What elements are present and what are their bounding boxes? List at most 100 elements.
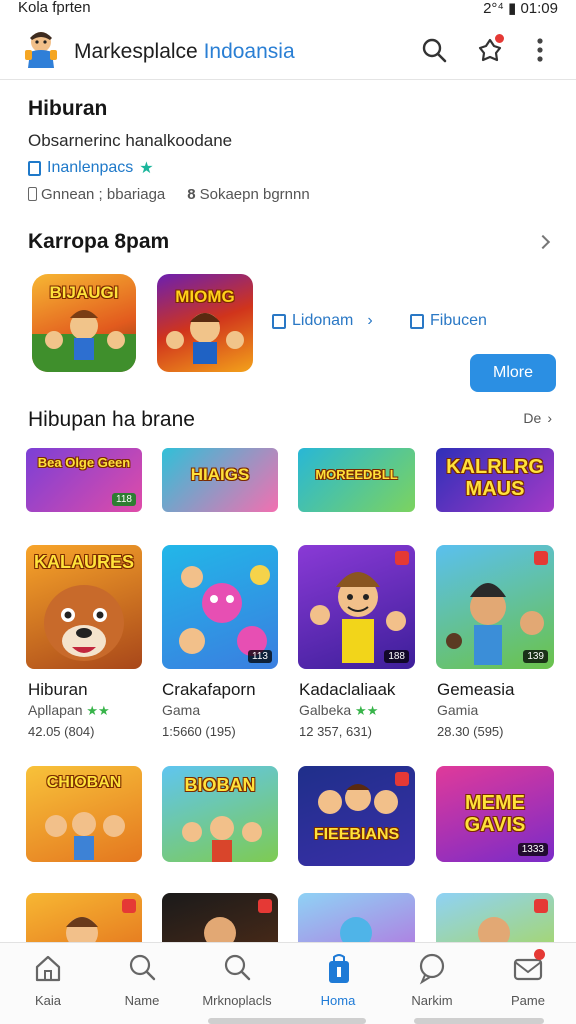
featured-tile-2[interactable]: MIOMG <box>157 274 253 372</box>
more-button[interactable]: Mlore <box>470 354 556 392</box>
game-card-3-category-text: Galbeka <box>299 702 352 718</box>
search-icon <box>422 38 447 63</box>
banner-tile-3[interactable]: MOREEDBLL <box>298 448 415 512</box>
game-card-2-count: 1:5660 (195) <box>162 724 236 739</box>
nav-item-marketplace[interactable]: Mrknoplacls <box>197 951 277 1008</box>
app-title-accent: Indoansia <box>203 40 295 63</box>
featured-tile-2-label: MIOMG <box>175 287 235 306</box>
rating-stars-icon: ★★ <box>355 703 379 718</box>
games-title: Hibupan ha brane <box>28 408 195 431</box>
search-icon <box>220 951 254 985</box>
game-card-2-image[interactable]: 113 <box>162 545 278 669</box>
row3-tile-3[interactable]: FIEEBIANS <box>298 766 415 866</box>
game-card-2-category: Gama <box>162 702 201 718</box>
search-icon <box>125 951 159 985</box>
banner-tile-2[interactable]: HIAIGS <box>162 448 278 512</box>
bottom-navigation: Kaia Name Mrknoplacls Homa Narkim Pame <box>0 942 576 1024</box>
info-meta: Gnnean ; bbariaga 8 Sokaepn bgrnnn <box>28 186 310 203</box>
home-icon <box>31 951 65 985</box>
banner-tile-4[interactable]: KALRLRG MAUS <box>436 448 554 512</box>
status-time: 2°⁴ ▮ 01:09 <box>483 0 558 17</box>
more-options-button[interactable] <box>524 34 556 66</box>
game-card-4-image[interactable]: 139 <box>436 545 554 669</box>
row3-tile-2-label: BIOBAN <box>184 775 256 795</box>
see-all-label: De <box>523 410 542 426</box>
nav-item-kaia[interactable]: Kaia <box>8 951 88 1008</box>
star-icon: ★ <box>139 160 154 177</box>
banner-4-label: KALRLRG MAUS <box>446 456 544 500</box>
meta-left: Gnnean ; bbariaga <box>28 186 165 203</box>
banner-1-tag: 118 <box>112 493 136 506</box>
game-card-1-name[interactable]: Hiburan <box>28 680 88 700</box>
game-card-4-count: 28.30 (595) <box>437 724 504 739</box>
banner-1-label: Bea Olge Geen <box>37 455 131 470</box>
image-icon <box>410 313 424 329</box>
app-header: Markesplalce Indoansia <box>0 20 576 80</box>
row3-tile-4-tag: 1333 <box>517 843 548 856</box>
row4-tile-1-badge <box>122 899 136 913</box>
app-title: Markesplalce Indoansia <box>74 40 295 64</box>
game-card-4-category: Gamia <box>437 702 479 718</box>
featured-tile-1-label: BIJAUGI <box>49 283 119 302</box>
featured-tile-1[interactable]: BIJAUGI <box>32 274 136 372</box>
featured-link-1[interactable]: Lidonam › <box>272 312 373 330</box>
app-title-main: Markesplalce <box>74 40 198 63</box>
banner-tile-1[interactable]: Bea Olge Geen 118 <box>26 448 142 512</box>
row3-tile-3-label: FIEEBIANS <box>313 826 400 843</box>
game-card-3-tag: 188 <box>384 650 409 663</box>
game-card-3-image[interactable]: 188 <box>298 545 415 669</box>
row3-tile-4[interactable]: MEME GAVIS 1333 <box>436 766 554 862</box>
chat-icon <box>415 951 449 985</box>
meta-right: 8 Sokaepn bgrnnn <box>187 186 309 203</box>
game-card-4-badge <box>534 551 548 565</box>
game-card-4-name[interactable]: Gemeasia <box>437 680 514 700</box>
game-card-3-name[interactable]: Kadaclaliaak <box>299 680 395 700</box>
info-link[interactable]: Inanlenpacs ★ <box>28 158 154 178</box>
featured-title: Karropa 8pam <box>28 230 170 253</box>
carrier-name: Kola fprten <box>18 0 91 16</box>
game-card-4-tag: 139 <box>523 650 548 663</box>
document-icon <box>28 160 41 176</box>
nav-item-home[interactable]: Homa <box>298 951 378 1008</box>
row3-tile-4-label: MEME GAVIS <box>464 792 526 836</box>
search-button[interactable] <box>418 34 450 66</box>
see-all-link[interactable]: De › <box>523 410 552 426</box>
app-logo <box>20 28 62 70</box>
game-card-1-category-text: Apllapan <box>28 702 83 718</box>
banner-2-label: HIAIGS <box>190 465 250 484</box>
kebab-menu-icon <box>537 38 543 62</box>
row3-tile-3-badge <box>395 772 409 786</box>
bag-icon <box>321 951 355 985</box>
game-card-1-label: KALAURES <box>33 552 134 572</box>
nav-label: Kaia <box>34 993 62 1008</box>
info-link-label: Inanlenpacs <box>47 159 134 176</box>
row3-tile-2[interactable]: BIOBAN <box>162 766 278 862</box>
meta-left-text: Gnnean ; bbariaga <box>41 186 166 203</box>
document-icon <box>28 187 37 201</box>
nav-item-narkim[interactable]: Narkim <box>392 951 472 1008</box>
featured-chevron-right-icon[interactable] <box>535 234 551 250</box>
mail-icon <box>511 949 545 985</box>
status-bar: Kola fprten 2°⁴ ▮ 01:09 <box>0 0 576 18</box>
row4-tile-4-badge <box>534 899 548 913</box>
game-card-1-image[interactable]: KALAURES <box>26 545 142 669</box>
featured-link-2[interactable]: Fibucen <box>410 312 487 330</box>
nav-label: Homa <box>320 993 356 1008</box>
nav-item-pame[interactable]: Pame <box>488 949 568 1008</box>
mail-badge <box>534 949 545 960</box>
gesture-bar <box>208 1018 366 1024</box>
gesture-bar-secondary <box>414 1018 544 1024</box>
nav-label: Mrknoplacls <box>202 993 272 1008</box>
game-card-1-count: 42.05 (804) <box>28 724 95 739</box>
info-title: Hiburan <box>28 97 108 120</box>
game-card-2-tag: 113 <box>248 650 272 663</box>
notifications-button[interactable] <box>474 32 506 66</box>
game-card-1-category: Apllapan ★★ <box>28 702 110 719</box>
row3-tile-1[interactable]: CHIOBAN <box>26 766 142 862</box>
people-icon: 8 <box>187 186 196 203</box>
rating-stars-icon: ★★ <box>86 703 110 718</box>
nav-label: Name <box>124 993 160 1008</box>
game-card-2-name[interactable]: Crakafaporn <box>162 680 256 700</box>
status-right: 2°⁴ ▮ 01:09 <box>483 0 558 17</box>
nav-item-name[interactable]: Name <box>102 951 182 1008</box>
